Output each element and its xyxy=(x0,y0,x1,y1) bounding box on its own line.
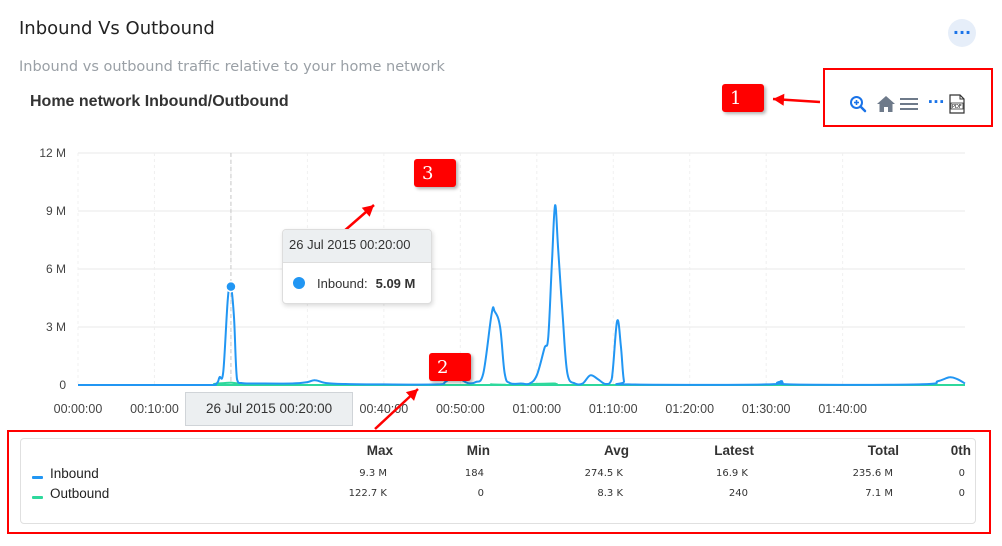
hover-point-marker xyxy=(225,280,237,293)
col-header-avg: Avg xyxy=(603,443,629,458)
series-dot-icon xyxy=(293,277,305,289)
col-header-0th: 0th xyxy=(950,443,971,458)
callout-2: 2 xyxy=(429,353,471,381)
outbound-0th: 0 xyxy=(958,488,965,499)
callout-3: 3 xyxy=(414,159,456,187)
x-tick-label: 01:00:00 xyxy=(512,402,561,416)
chart-canvas: 03 M6 M9 M12 M00:00:0000:10:0000:20:0000… xyxy=(39,93,966,430)
chart-tooltip: 26 Jul 2015 00:20:00 Inbound: 5.09 M xyxy=(282,229,432,304)
inbound-avg: 274.5 K xyxy=(584,468,623,479)
y-tick-label: 6 M xyxy=(46,262,66,276)
x-tick-label: 01:10:00 xyxy=(589,402,638,416)
outbound-total: 7.1 M xyxy=(865,488,893,499)
tooltip-series-label: Inbound: xyxy=(317,275,368,291)
col-header-max: Max xyxy=(366,443,393,458)
y-tick-label: 12 M xyxy=(39,146,66,160)
y-tick-label: 3 M xyxy=(46,320,66,334)
col-header-total: Total xyxy=(867,443,899,458)
legend-item-inbound[interactable]: Inbound xyxy=(50,466,99,481)
x-tick-label: 01:30:00 xyxy=(742,402,791,416)
series-line-inbound xyxy=(78,204,966,386)
y-tick-label: 0 xyxy=(59,378,66,392)
outbound-min: 0 xyxy=(477,488,484,499)
x-tick-label: 00:00:00 xyxy=(54,402,103,416)
callout-1-arrow-head xyxy=(773,93,785,106)
callout-1: 1 xyxy=(722,84,764,112)
inbound-0th: 0 xyxy=(958,468,965,479)
outbound-latest: 240 xyxy=(728,488,748,499)
legend-swatch-inbound xyxy=(32,476,43,479)
x-tick-label: 01:40:00 xyxy=(818,402,867,416)
x-tick-label: 00:10:00 xyxy=(130,402,179,416)
y-tick-label: 9 M xyxy=(46,204,66,218)
x-tick-label: 01:20:00 xyxy=(665,402,714,416)
legend-item-outbound[interactable]: Outbound xyxy=(50,486,109,501)
tooltip-value: 5.09 M xyxy=(375,275,416,291)
inbound-latest: 16.9 K xyxy=(715,468,748,479)
outbound-max: 122.7 K xyxy=(348,488,387,499)
legend-swatch-outbound xyxy=(32,496,43,499)
outbound-avg: 8.3 K xyxy=(597,488,623,499)
col-header-min: Min xyxy=(466,443,490,458)
inbound-max: 9.3 M xyxy=(359,468,387,479)
x-tick-label: 00:50:00 xyxy=(436,402,485,416)
col-header-latest: Latest xyxy=(714,443,754,458)
tooltip-header: 26 Jul 2015 00:20:00 xyxy=(283,230,431,263)
inbound-min: 184 xyxy=(464,468,484,479)
crosshair-x-label: 26 Jul 2015 00:20:00 xyxy=(185,392,353,426)
inbound-total: 235.6 M xyxy=(852,468,893,479)
